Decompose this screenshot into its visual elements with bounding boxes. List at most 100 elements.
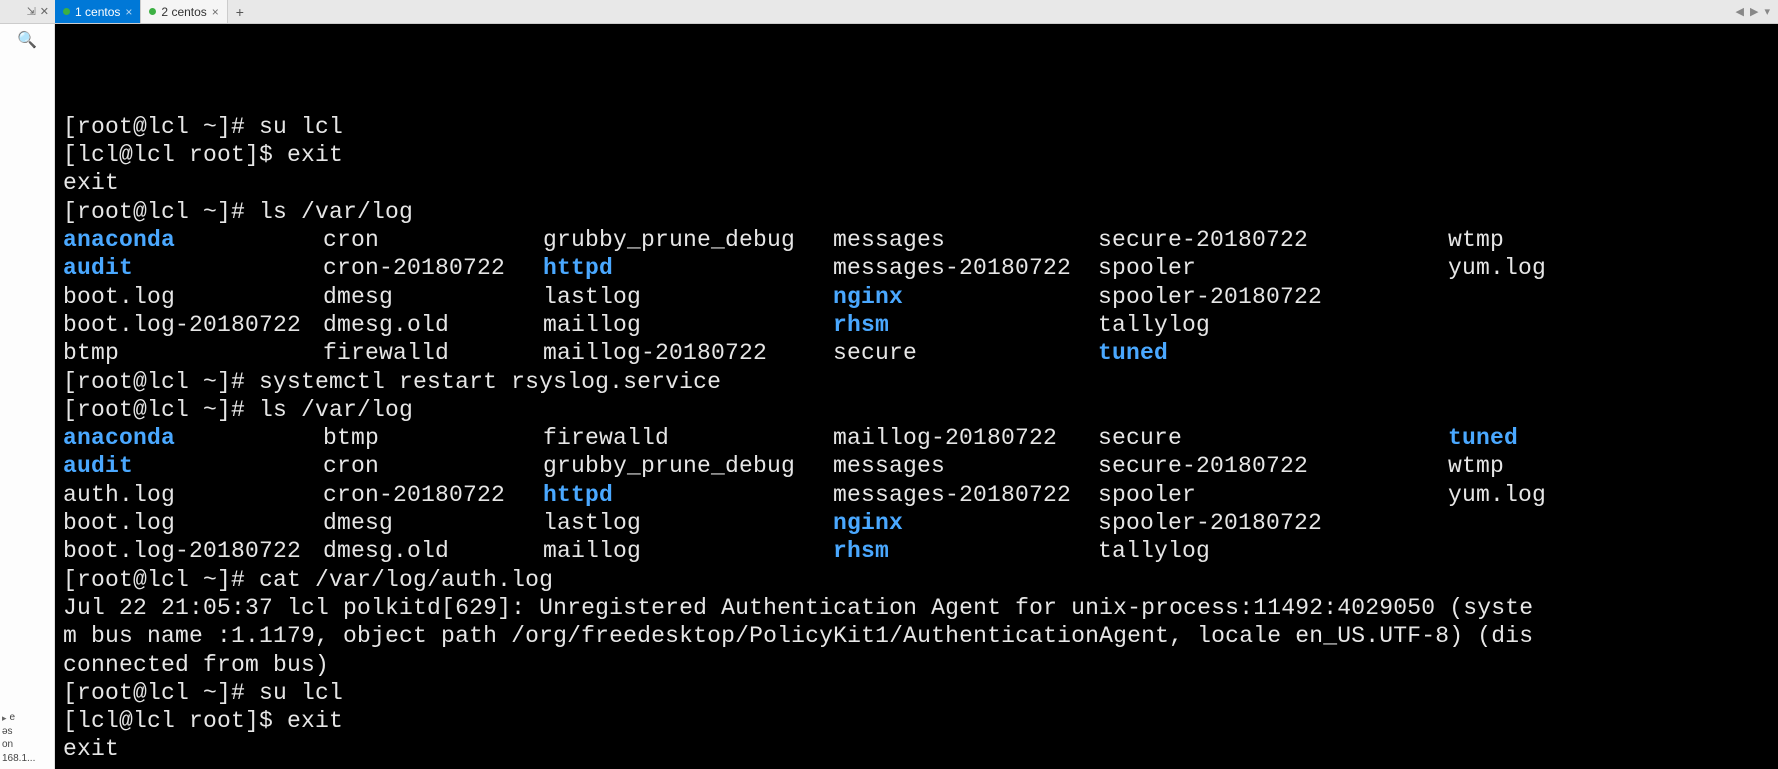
terminal-line: connected from bus)	[63, 652, 329, 678]
ls-entry: httpd	[543, 254, 833, 282]
ls-entry: messages	[833, 226, 1098, 254]
ls-entry: boot.log-20180722	[63, 311, 323, 339]
tab-add-button[interactable]: +	[228, 0, 252, 23]
sidebar-item[interactable]: 168.1...	[2, 752, 52, 766]
tabs-prev-icon[interactable]: ◀	[1736, 5, 1744, 18]
ls-entry: anaconda	[63, 424, 323, 452]
ls-row: anacondabtmpfirewalldmaillog-20180722sec…	[63, 424, 1770, 452]
ls-row: auditcrongrubby_prune_debugmessagessecur…	[63, 452, 1770, 480]
tab-label: 2 centos	[161, 5, 206, 19]
tab-bar: ⇲ ✕ 1 centos × 2 centos × + ◀ ▶ ▾	[0, 0, 1778, 24]
ls-entry: rhsm	[833, 537, 1098, 565]
ls-entry: spooler	[1098, 481, 1448, 509]
ls-entry: audit	[63, 452, 323, 480]
ls-entry: secure-20180722	[1098, 226, 1448, 254]
ls-entry: yum.log	[1448, 254, 1568, 282]
ls-entry: tallylog	[1098, 311, 1448, 339]
content-row: 🔍 ▸ e əs on 168.1... [root@lcl ~]# su lc…	[0, 24, 1778, 769]
terminal-line: [root@lcl ~]# systemctl restart rsyslog.…	[63, 369, 721, 395]
ls-row: boot.logdmesglastlognginxspooler-2018072…	[63, 509, 1770, 537]
ls-entry: maillog-20180722	[543, 339, 833, 367]
ls-entry: rhsm	[833, 311, 1098, 339]
ls-entry: wtmp	[1448, 226, 1568, 254]
ls-entry: lastlog	[543, 283, 833, 311]
ls-entry: maillog-20180722	[833, 424, 1098, 452]
tab-close-icon[interactable]: ×	[125, 5, 132, 19]
chevron-right-icon: ▸	[2, 712, 7, 724]
ls-row: boot.log-20180722dmesg.oldmaillogrhsmtal…	[63, 311, 1770, 339]
ls-entry: btmp	[323, 424, 543, 452]
tabs-next-icon[interactable]: ▶	[1750, 5, 1758, 18]
ls-entry: grubby_prune_debug	[543, 226, 833, 254]
ls-entry: secure	[1098, 424, 1448, 452]
terminal-line: exit	[63, 736, 119, 762]
terminal-line: [root@lcl ~]# ls /var/log	[63, 397, 413, 423]
ls-entry: cron	[323, 452, 543, 480]
ls-row: auth.logcron-20180722httpdmessages-20180…	[63, 481, 1770, 509]
ls-entry: secure	[833, 339, 1098, 367]
ls-entry: dmesg	[323, 283, 543, 311]
sidebar-item[interactable]: əs	[2, 725, 52, 739]
ls-row: auditcron-20180722httpdmessages-20180722…	[63, 254, 1770, 282]
ls-entry: messages-20180722	[833, 254, 1098, 282]
ls-entry: messages-20180722	[833, 481, 1098, 509]
ls-entry: dmesg.old	[323, 537, 543, 565]
ls-entry: yum.log	[1448, 481, 1568, 509]
ls-entry: cron	[323, 226, 543, 254]
ls-entry: btmp	[63, 339, 323, 367]
sidebar-item[interactable]: ▸ e	[2, 711, 52, 725]
sidebar-session-list: ▸ e əs on 168.1...	[0, 711, 54, 769]
ls-entry: secure-20180722	[1098, 452, 1448, 480]
ls-entry: cron-20180722	[323, 254, 543, 282]
terminal-line: [lcl@lcl root]$ exit	[63, 708, 343, 734]
ls-entry: spooler-20180722	[1098, 509, 1448, 537]
tabs-menu-icon[interactable]: ▾	[1764, 5, 1770, 18]
search-icon[interactable]: 🔍	[0, 24, 54, 56]
ls-entry: firewalld	[543, 424, 833, 452]
ls-entry: firewalld	[323, 339, 543, 367]
tab-centos-2[interactable]: 2 centos ×	[141, 0, 227, 23]
ls-output-1: anacondacrongrubby_prune_debugmessagesse…	[63, 226, 1770, 367]
ls-entry: spooler	[1098, 254, 1448, 282]
ls-entry: boot.log	[63, 509, 323, 537]
tab-label: 1 centos	[75, 5, 120, 19]
ls-entry: maillog	[543, 537, 833, 565]
terminal-line: [root@lcl ~]# ls /var/log	[63, 199, 413, 225]
ls-row: anacondacrongrubby_prune_debugmessagesse…	[63, 226, 1770, 254]
ls-entry: boot.log-20180722	[63, 537, 323, 565]
ls-entry: anaconda	[63, 226, 323, 254]
ls-entry: cron-20180722	[323, 481, 543, 509]
ls-entry: dmesg	[323, 509, 543, 537]
ls-entry: boot.log	[63, 283, 323, 311]
panel-close-icon[interactable]: ✕	[40, 5, 49, 18]
status-dot-icon	[63, 8, 70, 15]
ls-entry: nginx	[833, 509, 1098, 537]
ls-entry: spooler-20180722	[1098, 283, 1448, 311]
ls-row: boot.logdmesglastlognginxspooler-2018072…	[63, 283, 1770, 311]
tab-close-icon[interactable]: ×	[212, 5, 219, 19]
tab-bar-right-controls: ◀ ▶ ▾	[1736, 0, 1778, 23]
ls-entry: wtmp	[1448, 452, 1568, 480]
terminal-content: [root@lcl ~]# su lcl [lcl@lcl root]$ exi…	[63, 85, 1770, 769]
ls-entry: httpd	[543, 481, 833, 509]
ls-row: boot.log-20180722dmesg.oldmaillogrhsmtal…	[63, 537, 1770, 565]
sidebar-item[interactable]: on	[2, 738, 52, 752]
tab-centos-1[interactable]: 1 centos ×	[55, 0, 141, 23]
terminal[interactable]: [root@lcl ~]# su lcl [lcl@lcl root]$ exi…	[55, 24, 1778, 769]
sidebar: 🔍 ▸ e əs on 168.1...	[0, 24, 55, 769]
terminal-line: m bus name :1.1179, object path /org/fre…	[63, 623, 1533, 649]
terminal-line: [root@lcl ~]# su lcl	[63, 680, 343, 706]
ls-entry: maillog	[543, 311, 833, 339]
status-dot-icon	[149, 8, 156, 15]
ls-entry: messages	[833, 452, 1098, 480]
ls-entry: grubby_prune_debug	[543, 452, 833, 480]
tab-bar-left-controls: ⇲ ✕	[0, 0, 55, 23]
terminal-line: Jul 22 21:05:37 lcl polkitd[629]: Unregi…	[63, 595, 1533, 621]
ls-entry: dmesg.old	[323, 311, 543, 339]
ls-entry: tuned	[1098, 339, 1448, 367]
terminal-line: [root@lcl ~]# su lcl	[63, 114, 343, 140]
ls-entry: nginx	[833, 283, 1098, 311]
ls-entry: lastlog	[543, 509, 833, 537]
pin-icon[interactable]: ⇲	[27, 5, 36, 18]
ls-entry: audit	[63, 254, 323, 282]
